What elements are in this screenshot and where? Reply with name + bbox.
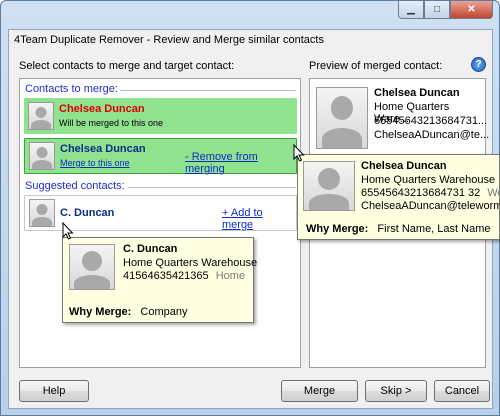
avatar (29, 142, 55, 170)
merge-contact-card[interactable]: Chelsea Duncan Merge to this one - Remov… (24, 138, 297, 175)
tooltip-phone-type: Work (487, 187, 500, 199)
title-bar: ▁ □ ✕ (1, 1, 499, 29)
why-merge-label: Why Merge: (306, 223, 369, 235)
tooltip-why-row: Why Merge: First Name, Last Name (306, 223, 491, 235)
cancel-button[interactable]: Cancel (434, 380, 490, 402)
preview-phone: 65545643213684731... (374, 115, 488, 127)
merge-group-label: Contacts to merge: (25, 83, 118, 95)
tooltip-phone: 41564635421365 (123, 270, 209, 282)
left-panel-heading: Select contacts to merge and target cont… (19, 60, 235, 72)
why-merge-label: Why Merge: (69, 306, 132, 318)
preview-name: Chelsea Duncan (374, 87, 460, 99)
tooltip-phone-type: Home (215, 270, 246, 282)
close-button[interactable]: ✕ (450, 1, 493, 19)
add-to-merge-link[interactable]: + Add to merge (222, 207, 296, 231)
target-subtitle: Will be merged to this one (59, 118, 164, 128)
close-icon: ✕ (467, 4, 476, 15)
avatar (69, 244, 115, 290)
window-controls: ▁ □ ✕ (398, 1, 493, 19)
divider (128, 187, 296, 188)
preview-email: ChelseaADuncan@te... (374, 129, 490, 141)
avatar (316, 87, 368, 149)
suggested-group-label: Suggested contacts: (25, 180, 125, 192)
minimize-button[interactable]: ▁ (398, 1, 424, 19)
tooltip-phone-row: 65545643213684731 32 Work (361, 187, 500, 199)
tooltip-phone: 65545643213684731 32 (361, 187, 481, 199)
tooltip-why-row: Why Merge: Company (69, 306, 187, 318)
divider (120, 90, 296, 91)
help-icon[interactable]: ? (471, 57, 486, 72)
tooltip-name: Chelsea Duncan (361, 160, 447, 172)
suggested-tooltip: C. Duncan Home Quarters Warehouse 415646… (62, 237, 258, 323)
why-merge-value: Company (140, 306, 188, 318)
avatar (29, 199, 55, 227)
skip-button[interactable]: Skip > (365, 380, 427, 402)
mouse-cursor-icon (62, 222, 74, 240)
avatar (303, 161, 355, 211)
why-merge-value: First Name, Last Name (377, 223, 491, 235)
window-title: 4Team Duplicate Remover - Review and Mer… (14, 34, 324, 46)
tooltip-phone-row: 41564635421365 Home (123, 270, 245, 282)
minimize-icon: ▁ (407, 4, 415, 15)
right-panel-heading: Preview of merged contact: (309, 60, 443, 72)
contact-name: C. Duncan (60, 207, 115, 219)
maximize-button[interactable]: □ (424, 1, 450, 19)
contact-name: Chelsea Duncan (59, 103, 145, 115)
contact-name: Chelsea Duncan (60, 143, 146, 155)
merge-to-this-link[interactable]: Merge to this one (60, 158, 130, 168)
remove-from-merging-link[interactable]: - Remove from merging (185, 151, 296, 175)
tooltip-email: ChelseaADuncan@teleworm.us (361, 200, 500, 212)
mouse-cursor-icon (293, 144, 305, 162)
tooltip-name: C. Duncan (123, 243, 178, 255)
avatar (28, 102, 54, 130)
contact-tooltip: Chelsea Duncan Home Quarters Warehouse 6… (297, 154, 500, 240)
tooltip-company: Home Quarters Warehouse (123, 257, 258, 269)
target-contact-card[interactable]: Chelsea Duncan Will be merged to this on… (24, 98, 297, 134)
merge-button[interactable]: Merge (281, 380, 358, 402)
tooltip-company: Home Quarters Warehouse (361, 174, 496, 186)
maximize-icon: □ (433, 4, 441, 15)
help-button[interactable]: Help (19, 380, 89, 402)
